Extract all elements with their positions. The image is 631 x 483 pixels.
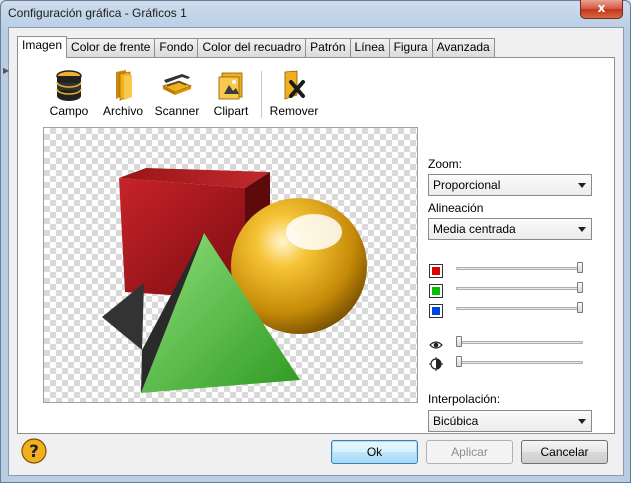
slider-track (456, 267, 583, 270)
aplicar-button[interactable]: Aplicar (426, 440, 513, 464)
clipart-button[interactable]: Clipart (205, 68, 257, 118)
slider-thumb[interactable] (577, 262, 583, 273)
clipart-label: Clipart (213, 104, 249, 118)
tab-figura[interactable]: Figura (388, 38, 433, 57)
slider-thumb[interactable] (456, 356, 462, 367)
tab-color-del-recuadro[interactable]: Color del recuadro (197, 38, 307, 57)
red-swatch (429, 264, 443, 278)
cancelar-button[interactable]: Cancelar (521, 440, 608, 464)
slider-track (456, 307, 583, 310)
scanner-button[interactable]: Scanner (151, 68, 203, 118)
contrast-icon (429, 357, 443, 371)
dialog-client: ▶ Imagen Color de frente Fondo Color del… (3, 27, 624, 476)
dialog-window: Configuración gráfica - Gráficos 1 x ▶ I… (0, 0, 631, 483)
resize-marker-icon: ▶ (3, 66, 10, 75)
archivo-button[interactable]: Archivo (97, 68, 149, 118)
folder-icon (116, 70, 132, 101)
chevron-down-icon (578, 227, 586, 232)
image-preview (43, 127, 418, 403)
tab-fondo[interactable]: Fondo (154, 38, 199, 57)
slider-track (456, 341, 583, 344)
slider-track (456, 287, 583, 290)
title-bar[interactable]: Configuración gráfica - Gráficos 1 x (1, 0, 630, 27)
red-swatch-fill (432, 267, 440, 275)
brightness-slider[interactable] (456, 336, 583, 348)
slider-thumb[interactable] (456, 336, 462, 347)
blue-swatch (429, 304, 443, 318)
alineacion-label: Alineación (428, 201, 484, 215)
contrast-slider[interactable] (456, 356, 583, 368)
tab-strip: Imagen Color de frente Fondo Color del r… (17, 36, 495, 58)
slider-thumb[interactable] (577, 282, 583, 293)
green-swatch-fill (432, 287, 440, 295)
scanner-label: Scanner (154, 104, 200, 118)
tab-color-de-frente[interactable]: Color de frente (66, 38, 156, 57)
svg-text:?: ? (29, 442, 39, 462)
remove-icon (284, 70, 305, 100)
interpolacion-value: Bicúbica (433, 414, 479, 428)
tab-avanzada[interactable]: Avanzada (431, 38, 495, 57)
zoom-select[interactable]: Proporcional (428, 174, 592, 196)
scanner-icon (161, 74, 193, 95)
campo-label: Campo (49, 104, 89, 118)
clipart-icon (218, 72, 243, 100)
shapes-picture (102, 168, 367, 393)
zoom-value: Proporcional (433, 178, 501, 192)
blue-slider[interactable] (456, 302, 583, 314)
interpolacion-label: Interpolación: (428, 392, 501, 406)
alineacion-select[interactable]: Media centrada (428, 218, 592, 240)
blue-swatch-fill (432, 307, 440, 315)
interpolacion-select[interactable]: Bicúbica (428, 410, 592, 432)
tab-panel-imagen: Campo Archivo Scanner Clipart Remover Zo… (17, 57, 615, 434)
database-icon (56, 70, 82, 101)
ok-button[interactable]: Ok (331, 440, 418, 464)
tab-imagen[interactable]: Imagen (17, 36, 68, 58)
zoom-label: Zoom: (428, 157, 463, 171)
archivo-label: Archivo (102, 104, 143, 118)
slider-thumb[interactable] (577, 302, 583, 313)
chevron-down-icon (578, 183, 586, 188)
slider-track (456, 361, 583, 364)
alineacion-value: Media centrada (433, 222, 516, 236)
close-button[interactable]: x (580, 0, 623, 19)
remover-label: Remover (269, 104, 319, 118)
help-icon[interactable]: ? (21, 438, 47, 464)
campo-button[interactable]: Campo (43, 68, 95, 118)
green-swatch (429, 284, 443, 298)
tab-patron[interactable]: Patrón (305, 38, 351, 57)
red-slider[interactable] (456, 262, 583, 274)
toolbar-separator (261, 71, 262, 118)
chevron-down-icon (578, 419, 586, 424)
green-slider[interactable] (456, 282, 583, 294)
remover-button[interactable]: Remover (268, 68, 320, 118)
window-title: Configuración gráfica - Gráficos 1 (8, 6, 187, 20)
tab-linea[interactable]: Línea (349, 38, 390, 57)
eye-icon (429, 341, 443, 349)
